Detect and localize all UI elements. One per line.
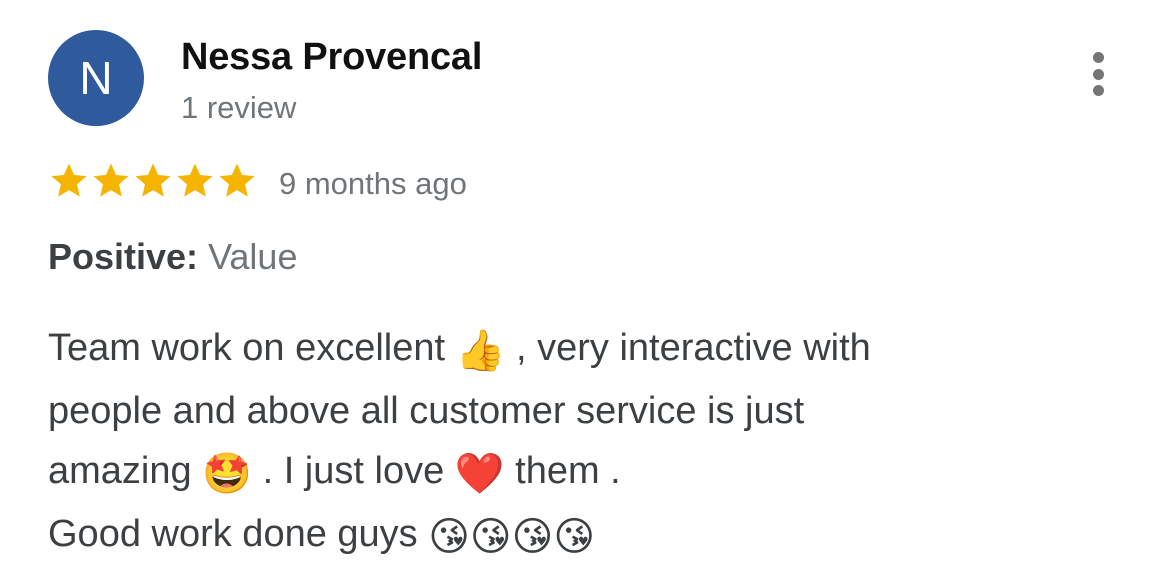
star-struck-icon: 🤩 <box>202 452 253 496</box>
star-icon <box>93 163 129 197</box>
review-time: 9 months ago <box>279 166 467 201</box>
kiss-icon: 😘😘😘😘 <box>428 515 596 559</box>
review-line: Good work done guys 😘😘😘😘 <box>48 513 596 559</box>
more-options-button[interactable] <box>1078 48 1118 100</box>
red-heart-icon: ❤️ <box>454 452 505 496</box>
star-rating <box>48 160 258 202</box>
avatar-letter: N <box>79 52 113 104</box>
review-line: amazing 🤩 . I just love ❤️ them . <box>48 450 621 496</box>
reviewer-name[interactable]: Nessa Provencal <box>181 36 482 79</box>
thumbs-up-icon: 👍 <box>455 329 506 373</box>
positive-label: Positive: <box>48 236 199 277</box>
review-line: Team work on excellent 👍 , very interact… <box>48 327 871 373</box>
star-icon <box>51 163 87 197</box>
star-icon <box>219 163 255 197</box>
star-icon <box>177 163 213 197</box>
reviewer-review-count: 1 review <box>181 90 297 125</box>
positive-attribute: Positive: Value <box>48 236 297 278</box>
review-line: people and above all customer service is… <box>48 390 805 432</box>
positive-value: Value <box>208 236 298 277</box>
more-vert-icon <box>1092 52 1104 63</box>
star-icon <box>135 163 171 197</box>
review-text: Team work on excellent 👍 , very interact… <box>48 318 1128 567</box>
reviewer-avatar[interactable]: N <box>48 30 144 126</box>
